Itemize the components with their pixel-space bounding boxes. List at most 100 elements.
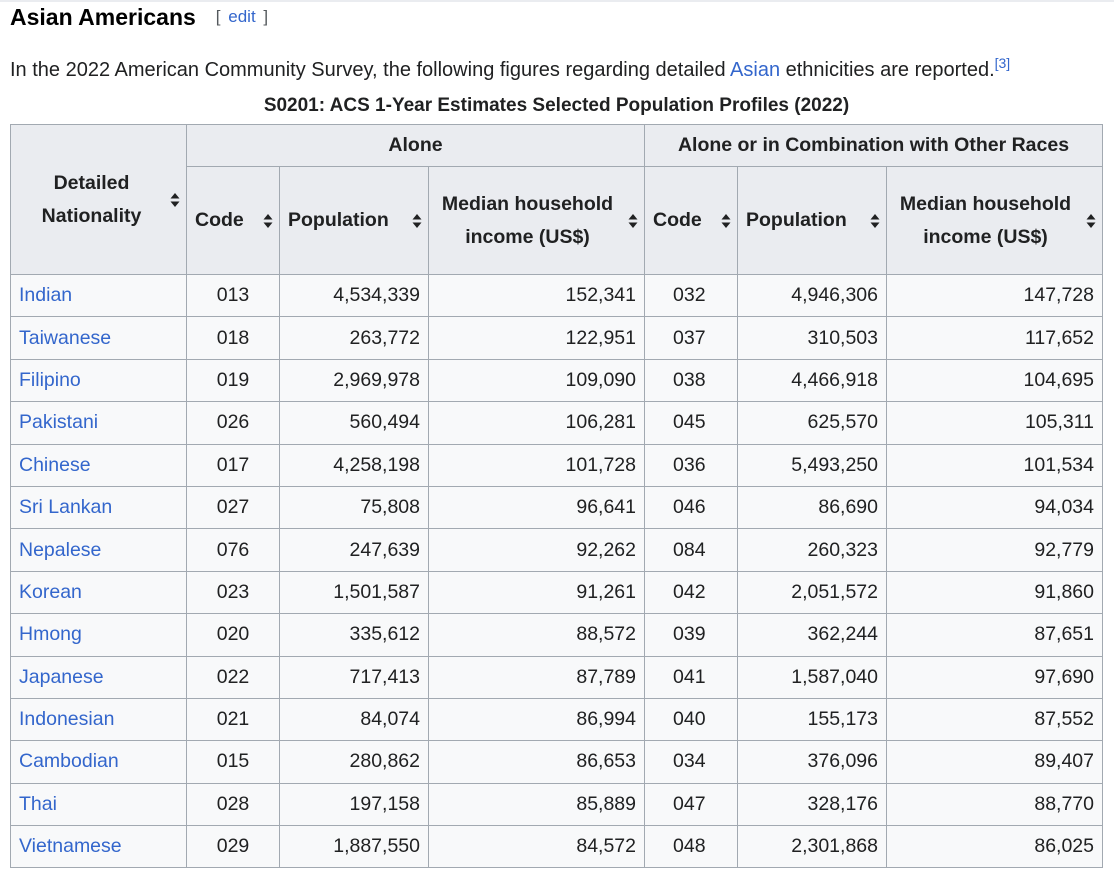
table-row: Chinese 017 4,258,198 101,728 036 5,493,250 10… bbox=[10, 443, 1103, 487]
income-combination-cell: 91,860 bbox=[886, 570, 1103, 615]
nationality-link[interactable]: Filipino bbox=[19, 369, 81, 391]
population-combination-cell: 376,096 bbox=[737, 740, 887, 784]
asian-link[interactable]: Asian bbox=[730, 59, 780, 81]
col-header-code-combination[interactable]: Code bbox=[644, 166, 738, 275]
income-combination-cell: 97,690 bbox=[886, 655, 1103, 699]
nationality-cell: Cambodian bbox=[10, 740, 187, 784]
table-body: Indian 013 4,534,339 152,341 032 4,946,306 147… bbox=[10, 273, 1103, 869]
col-header-income-combination[interactable]: Median household income (US$) bbox=[886, 166, 1103, 275]
income-combination-cell: 86,025 bbox=[886, 825, 1103, 869]
code-alone-cell: 020 bbox=[186, 613, 280, 657]
nationality-link[interactable]: Cambodian bbox=[19, 750, 119, 772]
population-alone-cell: 84,074 bbox=[279, 697, 429, 742]
income-combination-cell: 87,552 bbox=[886, 697, 1103, 742]
population-combination-cell: 328,176 bbox=[737, 782, 887, 827]
income-alone-cell: 152,341 bbox=[428, 273, 645, 318]
nationality-link[interactable]: Korean bbox=[19, 581, 82, 603]
nationality-link[interactable]: Thai bbox=[19, 793, 57, 815]
code-alone-cell: 019 bbox=[186, 358, 280, 403]
table-row: Pakistani 026 560,494 106,281 045 625,570 105,… bbox=[10, 401, 1103, 445]
income-combination-cell: 92,779 bbox=[886, 528, 1103, 572]
population-combination-cell: 5,493,250 bbox=[737, 443, 887, 487]
nationality-cell: Filipino bbox=[10, 358, 187, 403]
code-alone-cell: 027 bbox=[186, 485, 280, 530]
code-combination-cell: 039 bbox=[644, 613, 738, 657]
edit-bracket-open: [ bbox=[215, 7, 221, 26]
nationality-link[interactable]: Sri Lankan bbox=[19, 496, 112, 518]
nationality-link[interactable]: Japanese bbox=[19, 666, 104, 688]
code-alone-cell: 013 bbox=[186, 273, 280, 318]
nationality-link[interactable]: Indonesian bbox=[19, 708, 114, 730]
income-combination-cell: 89,407 bbox=[886, 740, 1103, 784]
col-header-income-alone[interactable]: Median household income (US$) bbox=[428, 166, 645, 275]
nationality-link[interactable]: Vietnamese bbox=[19, 835, 122, 857]
nationality-cell: Chinese bbox=[10, 443, 187, 487]
col-header-nationality[interactable]: Detailed Nationality bbox=[10, 124, 187, 275]
col-header-population-alone[interactable]: Population bbox=[279, 166, 429, 275]
sort-arrows-icon bbox=[628, 213, 638, 229]
intro-paragraph: In the 2022 American Community Survey, t… bbox=[10, 49, 1010, 84]
edit-bracket-close: ] bbox=[263, 7, 269, 26]
group-header-row: Detailed Nationality Alone Alone or in C… bbox=[10, 124, 1103, 275]
income-alone-cell: 87,789 bbox=[428, 655, 645, 699]
income-alone-cell: 88,572 bbox=[428, 613, 645, 657]
population-alone-cell: 280,862 bbox=[279, 740, 429, 784]
nationality-link[interactable]: Hmong bbox=[19, 623, 82, 645]
col-header-population-combination[interactable]: Population bbox=[737, 166, 887, 275]
col-header-nationality-label: Detailed Nationality bbox=[41, 171, 142, 227]
section-heading: Asian Americans [ edit ] bbox=[10, 0, 268, 34]
nationality-link[interactable]: Nepalese bbox=[19, 539, 101, 561]
nationality-cell: Sri Lankan bbox=[10, 485, 187, 530]
income-alone-cell: 109,090 bbox=[428, 358, 645, 403]
nationality-cell: Indonesian bbox=[10, 697, 187, 742]
code-alone-cell: 023 bbox=[186, 570, 280, 615]
population-combination-cell: 155,173 bbox=[737, 697, 887, 742]
income-combination-cell: 94,034 bbox=[886, 485, 1103, 530]
table-row: Sri Lankan 027 75,808 96,641 046 86,690 94,034 bbox=[10, 485, 1103, 530]
code-combination-cell: 047 bbox=[644, 782, 738, 827]
population-alone-cell: 2,969,978 bbox=[279, 358, 429, 403]
citation: [3] bbox=[995, 55, 1011, 71]
table-row: Korean 023 1,501,587 91,261 042 2,051,572 91,8… bbox=[10, 570, 1103, 615]
population-combination-cell: 4,946,306 bbox=[737, 273, 887, 318]
group-header-alone: Alone bbox=[186, 124, 645, 167]
population-combination-cell: 4,466,918 bbox=[737, 358, 887, 403]
income-combination-cell: 87,651 bbox=[886, 613, 1103, 657]
code-combination-cell: 037 bbox=[644, 316, 738, 360]
income-alone-cell: 86,653 bbox=[428, 740, 645, 784]
population-alone-cell: 1,501,587 bbox=[279, 570, 429, 615]
population-combination-cell: 2,301,868 bbox=[737, 825, 887, 869]
code-combination-cell: 048 bbox=[644, 825, 738, 869]
citation-link[interactable]: [3] bbox=[995, 55, 1011, 71]
nationality-link[interactable]: Chinese bbox=[19, 454, 91, 476]
edit-link[interactable]: edit bbox=[228, 7, 255, 26]
col-header-code-alone[interactable]: Code bbox=[186, 166, 280, 275]
population-alone-cell: 4,534,339 bbox=[279, 273, 429, 318]
table-row: Taiwanese 018 263,772 122,951 037 310,503 117,… bbox=[10, 316, 1103, 360]
code-alone-cell: 022 bbox=[186, 655, 280, 699]
population-combination-cell: 362,244 bbox=[737, 613, 887, 657]
table-row: Cambodian 015 280,862 86,653 034 376,096 89,40… bbox=[10, 740, 1103, 784]
nationality-link[interactable]: Pakistani bbox=[19, 411, 98, 433]
income-combination-cell: 105,311 bbox=[886, 401, 1103, 445]
code-combination-cell: 046 bbox=[644, 485, 738, 530]
population-alone-cell: 335,612 bbox=[279, 613, 429, 657]
income-combination-cell: 147,728 bbox=[886, 273, 1103, 318]
population-combination-cell: 625,570 bbox=[737, 401, 887, 445]
nationality-cell: Taiwanese bbox=[10, 316, 187, 360]
code-combination-cell: 036 bbox=[644, 443, 738, 487]
code-combination-cell: 084 bbox=[644, 528, 738, 572]
nationality-cell: Japanese bbox=[10, 655, 187, 699]
population-alone-cell: 75,808 bbox=[279, 485, 429, 530]
income-alone-cell: 91,261 bbox=[428, 570, 645, 615]
nationality-link[interactable]: Indian bbox=[19, 284, 72, 306]
population-combination-cell: 2,051,572 bbox=[737, 570, 887, 615]
col-header-population-label: Population bbox=[746, 209, 847, 231]
code-alone-cell: 029 bbox=[186, 825, 280, 869]
population-alone-cell: 717,413 bbox=[279, 655, 429, 699]
nationality-cell: Indian bbox=[10, 273, 187, 318]
population-table: Detailed Nationality Alone Alone or in C… bbox=[10, 124, 1103, 869]
col-header-income-label: Median household income (US$) bbox=[899, 192, 1072, 248]
nationality-link[interactable]: Taiwanese bbox=[19, 327, 111, 349]
table-row: Indonesian 021 84,074 86,994 040 155,173 87,55… bbox=[10, 697, 1103, 742]
